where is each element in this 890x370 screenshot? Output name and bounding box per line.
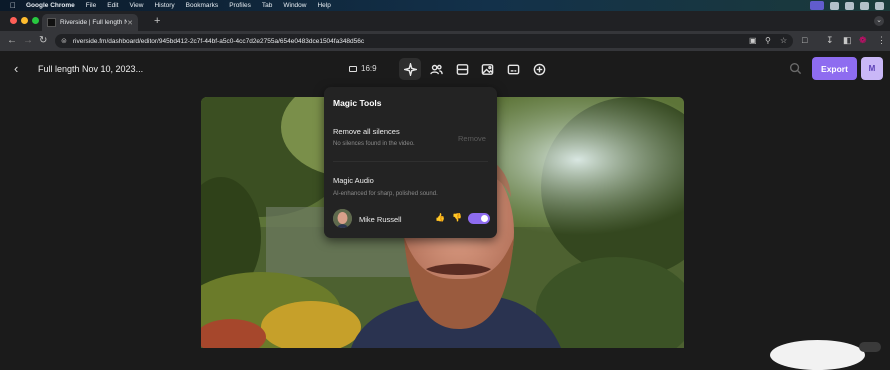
popup-title: Magic Tools	[333, 98, 382, 108]
minimize-window-button[interactable]	[21, 17, 28, 24]
magic-audio-title: Magic Audio	[333, 176, 374, 185]
url-text[interactable]: riverside.fm/dashboard/editor/945bd412-2…	[73, 38, 364, 45]
bookmark-star-icon[interactable]: ☆	[780, 36, 787, 45]
thumbs-down-icon[interactable]: 👎	[452, 213, 462, 222]
zoom-icon[interactable]: ⚲	[765, 36, 771, 45]
menu-bookmarks[interactable]: Bookmarks	[186, 2, 219, 9]
window-controls	[10, 17, 39, 24]
apple-icon[interactable]: 	[10, 1, 16, 10]
menu-file[interactable]: File	[86, 2, 96, 9]
menu-app-name[interactable]: Google Chrome	[26, 2, 75, 9]
image-icon	[481, 63, 493, 75]
people-icon	[429, 64, 443, 74]
macos-menubar:  Google Chrome File Edit View History B…	[0, 0, 890, 11]
download-icon[interactable]: ↧	[826, 35, 834, 46]
captions-icon	[507, 64, 519, 74]
menu-window[interactable]: Window	[283, 2, 306, 9]
back-chevron-icon[interactable]: ‹	[14, 61, 18, 76]
dots-icon[interactable]	[830, 1, 839, 10]
close-tab-icon[interactable]: ✕	[127, 19, 133, 27]
browser-toolbar: ← → ↻ ⊜ riverside.fm/dashboard/editor/94…	[0, 31, 890, 51]
magic-tools-button[interactable]	[399, 58, 421, 80]
aspect-ratio-button[interactable]: 16:9	[349, 64, 377, 73]
menu-help[interactable]: Help	[317, 2, 330, 9]
browser-tab-bar: Riverside | Full length Nov 10, ✕ + ⌄	[0, 11, 890, 31]
editor-header: ‹ Full length Nov 10, 2023... 16:9 Expor…	[0, 51, 890, 87]
riverside-favicon-icon	[47, 18, 56, 27]
browser-tab[interactable]: Riverside | Full length Nov 10, ✕	[42, 14, 138, 31]
extensions-icon[interactable]: □	[802, 35, 807, 45]
plus-circle-icon	[533, 63, 545, 75]
menubar-status-icons	[810, 1, 884, 10]
magic-audio-description: AI-enhanced for sharp, polished sound.	[333, 191, 438, 197]
add-button[interactable]	[528, 58, 550, 80]
divider	[333, 161, 488, 162]
site-settings-icon[interactable]: ⊜	[61, 37, 67, 45]
menu-profiles[interactable]: Profiles	[229, 2, 251, 9]
menu-tab[interactable]: Tab	[262, 2, 272, 9]
user-avatar[interactable]: M	[861, 57, 883, 80]
aspect-ratio-label: 16:9	[361, 64, 377, 73]
new-tab-button[interactable]: +	[154, 15, 160, 27]
menu-edit[interactable]: Edit	[107, 2, 118, 9]
project-title[interactable]: Full length Nov 10, 2023...	[38, 64, 143, 74]
remove-silences-button[interactable]: Remove	[458, 134, 486, 143]
profile-icon[interactable]: ❁	[859, 35, 867, 46]
screen-mirror-icon[interactable]	[810, 1, 824, 10]
export-button[interactable]: Export	[812, 57, 857, 80]
magic-audio-toggle[interactable]	[468, 213, 490, 224]
tab-title: Riverside | Full length Nov 10,	[60, 19, 128, 26]
speaker-name: Mike Russell	[359, 215, 402, 224]
chrome-menu-icon[interactable]: ⋮	[877, 35, 886, 46]
zoom-window-button[interactable]	[32, 17, 39, 24]
camera-icon[interactable]: ▣	[749, 36, 757, 45]
layout-icon	[456, 63, 468, 75]
menu-view[interactable]: View	[129, 2, 143, 9]
search-icon[interactable]	[789, 62, 802, 80]
forward-arrow-icon[interactable]: →	[23, 35, 33, 46]
side-panel-icon[interactable]: ◧	[843, 35, 852, 46]
remove-silences-description: No silences found in the video.	[333, 141, 415, 147]
speaker-avatar	[333, 209, 352, 228]
display-icon[interactable]	[860, 1, 869, 10]
white-overlay-shape	[770, 340, 865, 370]
sparkle-icon	[403, 62, 417, 76]
menu-history[interactable]: History	[154, 2, 174, 9]
media-button[interactable]	[476, 58, 498, 80]
aspect-ratio-icon	[349, 65, 357, 72]
address-bar[interactable]: ⊜ riverside.fm/dashboard/editor/945bd412…	[55, 34, 793, 48]
remove-silences-title: Remove all silences	[333, 127, 400, 136]
toggle-knob	[481, 215, 488, 222]
close-window-button[interactable]	[10, 17, 17, 24]
reload-icon[interactable]: ↻	[39, 35, 47, 46]
speakers-button[interactable]	[425, 58, 447, 80]
clock-icon[interactable]	[875, 1, 884, 10]
layout-button[interactable]	[451, 58, 473, 80]
magic-tools-popup: Magic Tools Remove all silences No silen…	[324, 87, 497, 238]
corner-button[interactable]	[859, 342, 881, 352]
wifi-icon[interactable]	[845, 1, 854, 10]
back-arrow-icon[interactable]: ←	[7, 35, 17, 46]
captions-button[interactable]	[502, 58, 524, 80]
thumbs-up-icon[interactable]: 👍	[435, 213, 445, 222]
tab-search-chevron-icon[interactable]: ⌄	[874, 16, 884, 26]
